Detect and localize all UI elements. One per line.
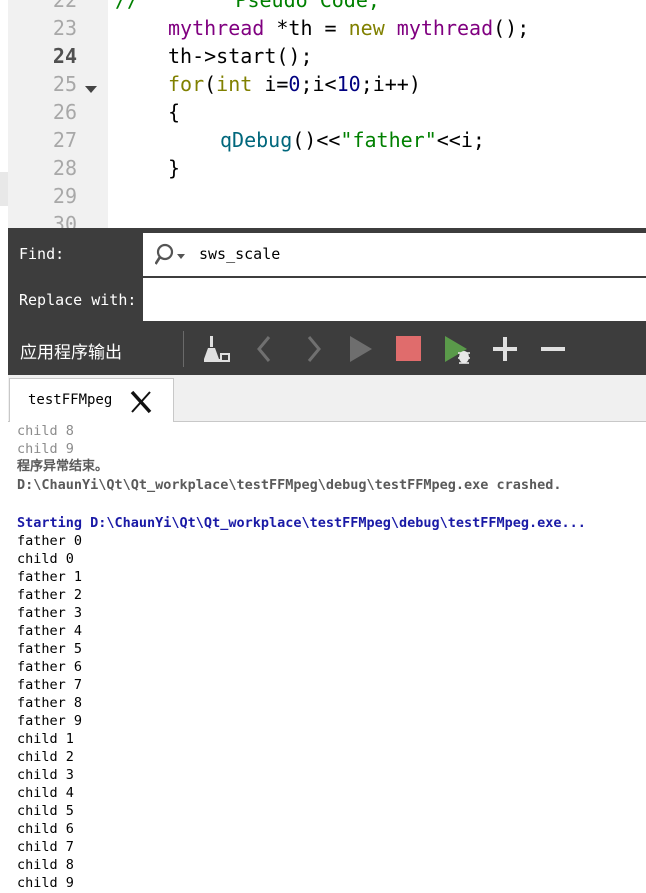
- code-token-keyword: int: [216, 72, 253, 96]
- code-token: (: [204, 72, 217, 96]
- code-token: ;i++): [360, 72, 421, 96]
- code-token: <<i;: [436, 128, 485, 152]
- replace-input[interactable]: [143, 278, 646, 321]
- current-line-number: 24: [52, 44, 77, 68]
- code-line-25: for(int i=0;i<10;i++): [168, 70, 421, 98]
- output-line: Starting D:\ChaunYi\Qt\Qt_workplace\test…: [17, 515, 586, 531]
- line-number-gutter: 22 23 24 25 26 27 28 29 30: [8, 0, 108, 228]
- output-tab-bar: testFFMpeg: [8, 375, 646, 423]
- code-editor[interactable]: 22 23 24 25 26 27 28 29 30 // Pseudo Cod…: [0, 0, 646, 228]
- line-number: 22: [52, 0, 77, 12]
- line-number: 27: [52, 128, 77, 152]
- replace-label: Replace with:: [19, 291, 137, 309]
- output-line: father 0: [17, 533, 83, 549]
- output-line: father 7: [17, 677, 83, 693]
- code-line-24: th->start();: [168, 44, 313, 68]
- code-area[interactable]: // Pseudo Code; mythread *th = new mythr…: [115, 0, 646, 228]
- line-number: 25: [52, 72, 77, 96]
- code-token-keyword: new: [348, 16, 385, 40]
- output-line: father 4: [17, 623, 83, 639]
- code-token: ()<<: [292, 128, 341, 152]
- output-line: child 9: [17, 441, 74, 457]
- code-token: ();: [493, 16, 530, 40]
- line-number: 30: [52, 212, 77, 228]
- fold-arrow-icon[interactable]: [85, 86, 97, 93]
- tab-label: testFFMpeg: [28, 392, 113, 408]
- code-token-string: "father": [340, 128, 437, 152]
- output-line: father 8: [17, 695, 83, 711]
- output-line: child 7: [17, 839, 74, 855]
- tab-testffmpeg[interactable]: testFFMpeg: [9, 378, 174, 423]
- code-token-function: qDebug: [220, 128, 293, 152]
- debug-run-icon[interactable]: [442, 333, 474, 365]
- code-token-number: 10: [336, 72, 361, 96]
- output-line: child 3: [17, 767, 74, 783]
- run-icon[interactable]: [345, 333, 377, 365]
- line-number: 23: [52, 16, 77, 40]
- output-line: father 2: [17, 587, 83, 603]
- find-input[interactable]: sws_scale: [143, 233, 646, 276]
- code-token: i=: [252, 72, 289, 96]
- output-line: child 2: [17, 749, 74, 765]
- code-token-number: 0: [288, 72, 301, 96]
- zoom-out-icon[interactable]: [537, 333, 569, 365]
- code-line-27: qDebug()<<"father"<<i;: [220, 126, 485, 154]
- code-token: *th =: [264, 16, 349, 40]
- output-line: child 5: [17, 803, 74, 819]
- editor-edge-shade: [0, 172, 8, 206]
- output-line: father 6: [17, 659, 83, 675]
- toolbar-separator: [183, 331, 184, 367]
- find-replace-bar: Find: sws_scale Replace with:: [8, 228, 646, 323]
- find-label: Find:: [19, 245, 65, 263]
- output-line: father 9: [17, 713, 83, 729]
- code-token-type: mythread: [396, 16, 494, 40]
- editor-left-edge: [0, 0, 8, 228]
- code-line-26: {: [168, 100, 181, 124]
- output-line: child 8: [17, 423, 74, 439]
- previous-icon[interactable]: [249, 333, 281, 365]
- output-line: child 9: [17, 875, 74, 891]
- code-line-22: // Pseudo Code;: [115, 0, 380, 12]
- find-value: sws_scale: [199, 245, 281, 263]
- output-line: child 8: [17, 857, 74, 873]
- output-line: father 5: [17, 641, 83, 657]
- output-line: father 3: [17, 605, 83, 621]
- output-line: D:\ChaunYi\Qt\Qt_workplace\testFFMpeg\de…: [17, 477, 562, 493]
- search-icon[interactable]: [154, 243, 189, 271]
- output-line: father 1: [17, 569, 83, 585]
- line-number: 26: [52, 100, 77, 124]
- code-line-28: }: [168, 156, 181, 180]
- pane-title[interactable]: 应用程序输出: [20, 338, 122, 363]
- stop-icon[interactable]: [393, 333, 425, 365]
- line-number: 28: [52, 156, 77, 180]
- code-line-23: mythread *th = new mythread();: [168, 14, 529, 42]
- output-line: 程序异常结束。: [17, 459, 109, 474]
- output-line: child 6: [17, 821, 74, 837]
- output-line: child 4: [17, 785, 74, 801]
- next-icon[interactable]: [297, 333, 329, 365]
- clear-output-icon[interactable]: [200, 333, 232, 365]
- application-output[interactable]: child 8 child 9 程序异常结束。 D:\ChaunYi\Qt\Qt_wo…: [8, 422, 646, 893]
- close-icon[interactable]: [128, 389, 154, 419]
- output-line: child 0: [17, 551, 74, 567]
- output-pane-toolbar: 应用程序输出: [8, 323, 646, 375]
- zoom-in-icon[interactable]: [489, 333, 521, 365]
- code-token-keyword: for: [168, 72, 205, 96]
- output-line: child 1: [17, 731, 74, 747]
- code-token: ;i<: [300, 72, 337, 96]
- code-token-type: mythread: [168, 16, 265, 40]
- line-number: 29: [52, 184, 77, 208]
